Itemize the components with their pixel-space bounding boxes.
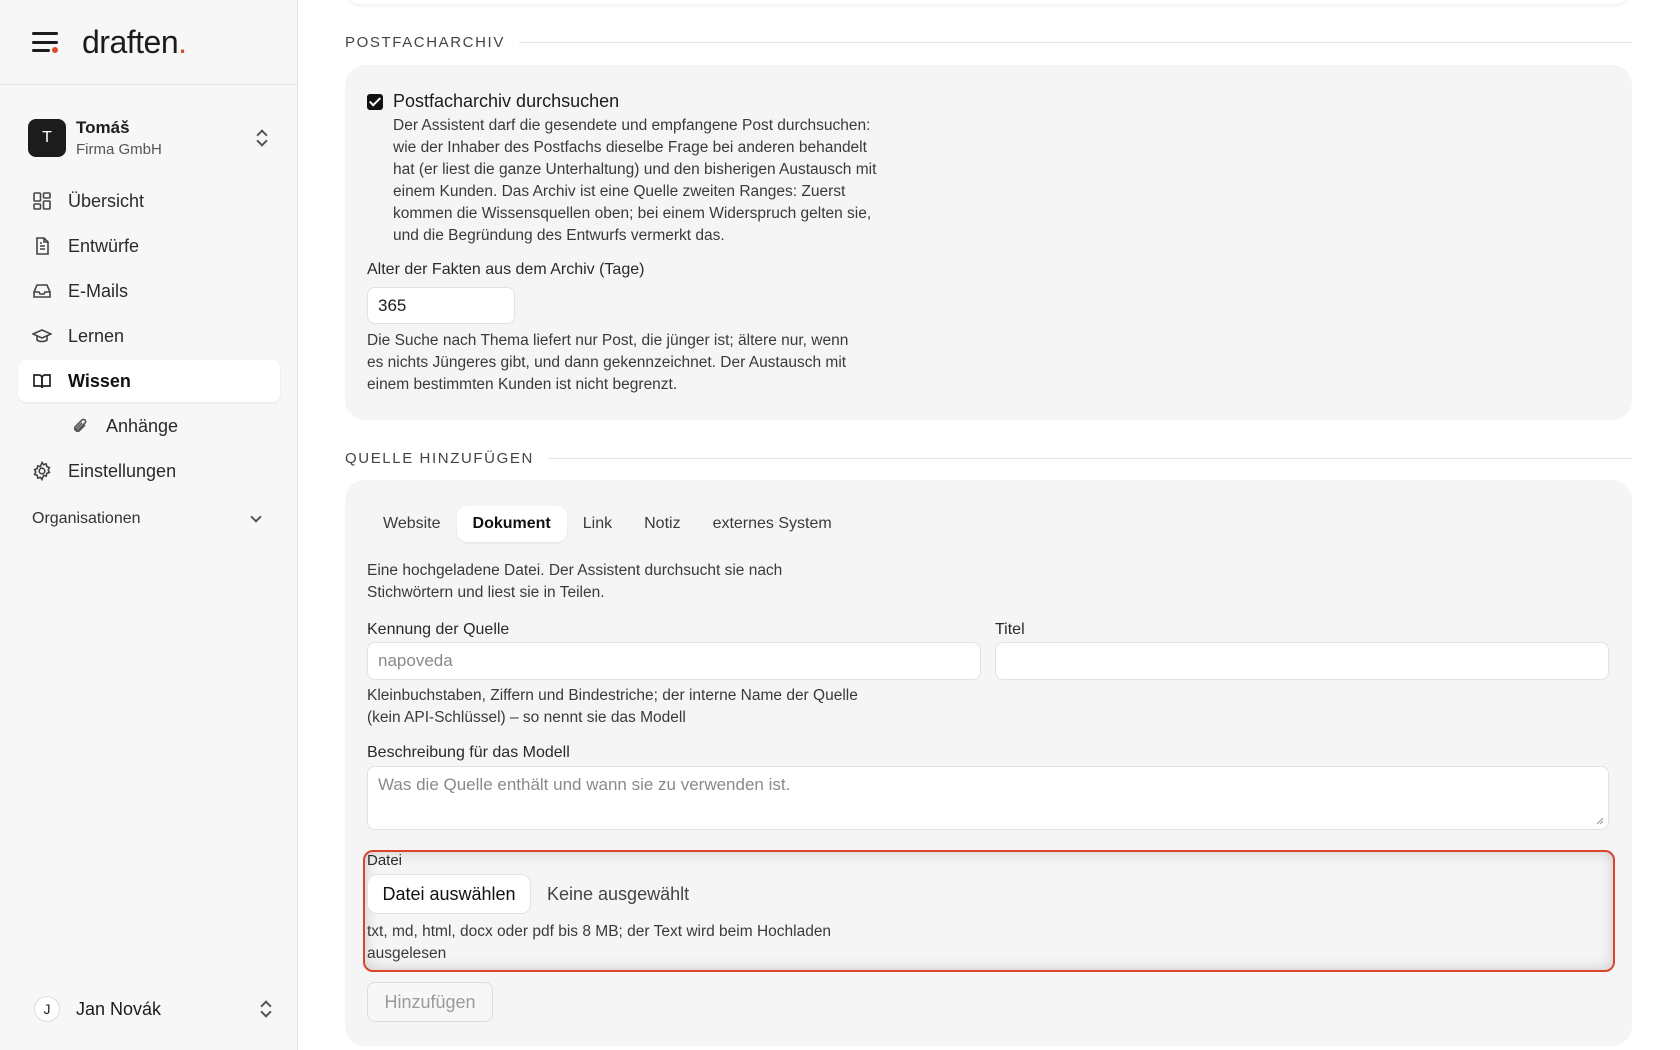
nav-item-label: Einstellungen: [68, 460, 177, 481]
org-name: Tomáš: [76, 118, 130, 137]
brand-bar: draften.: [0, 0, 297, 85]
gear-icon: [32, 461, 52, 481]
description-textarea[interactable]: Was die Quelle enthält und wann sie zu v…: [367, 766, 1609, 830]
archive-card: Postfacharchiv durchsuchen Der Assistent…: [345, 65, 1632, 420]
archive-age-label: Alter der Fakten aus dem Archiv (Tage): [367, 261, 645, 278]
tab-dokument[interactable]: Dokument: [456, 506, 567, 542]
nav-item-anhaenge[interactable]: Anhänge: [18, 405, 280, 447]
previous-card-edge: [345, 0, 1630, 4]
section-title-add-source: QUELLE HINZUFÜGEN: [345, 450, 1632, 467]
menu-icon[interactable]: [32, 32, 58, 53]
title-input[interactable]: [995, 642, 1609, 680]
source-id-input[interactable]: napoveda: [367, 642, 981, 680]
organization-switcher[interactable]: T Tomáš Firma GmbH: [18, 112, 280, 164]
chevron-up-down-icon: [258, 999, 274, 1019]
organisationen-toggle[interactable]: Organisationen: [32, 510, 266, 528]
nav-item-emails[interactable]: E-Mails: [18, 270, 280, 312]
main-content: POSTFACHARCHIV Postfacharchiv durchsuche…: [298, 0, 1680, 1050]
source-type-tabs: Website Dokument Link Notiz externes Sys…: [367, 506, 848, 542]
org-avatar: T: [28, 119, 66, 157]
nav-section-label: Organisationen: [32, 510, 141, 527]
chevron-down-icon: [250, 511, 262, 523]
choose-file-button[interactable]: Datei auswählen: [367, 874, 531, 914]
file-status: Keine ausgewählt: [547, 884, 690, 904]
description-label: Beschreibung für das Modell: [367, 744, 570, 761]
nav-item-label: Wissen: [68, 370, 131, 391]
title-label: Titel: [995, 621, 1025, 638]
logo[interactable]: draften.: [82, 24, 187, 61]
nav-item-lernen[interactable]: Lernen: [18, 315, 280, 357]
archive-description: Der Assistent darf die gesendete und emp…: [393, 117, 877, 244]
nav-item-einstellungen[interactable]: Einstellungen: [18, 450, 280, 492]
nav-item-label: Übersicht: [68, 190, 145, 211]
file-label: Datei: [367, 852, 403, 869]
document-intro: Eine hochgeladene Datei. Der Assistent d…: [367, 562, 783, 601]
source-id-help: Kleinbuchstaben, Ziffern und Bindestrich…: [367, 687, 858, 726]
tab-link[interactable]: Link: [567, 506, 628, 542]
tab-website[interactable]: Website: [367, 506, 457, 542]
tab-notiz[interactable]: Notiz: [628, 506, 696, 542]
add-source-button[interactable]: Hinzufügen: [367, 982, 493, 1022]
tab-externes-system[interactable]: externes System: [697, 506, 848, 542]
source-id-label: Kennung der Quelle: [367, 621, 510, 638]
org-company: Firma GmbH: [76, 141, 162, 158]
nav-item-label: Lernen: [68, 325, 125, 346]
add-source-card: Website Dokument Link Notiz externes Sys…: [345, 480, 1632, 1046]
archive-search-label[interactable]: Postfacharchiv durchsuchen: [393, 91, 619, 112]
nav-item-wissen[interactable]: Wissen: [18, 360, 280, 402]
book-icon: [32, 371, 52, 391]
nav-item-label: Entwürfe: [68, 235, 140, 256]
archive-age-help: Die Suche nach Thema liefert nur Post, d…: [367, 332, 849, 393]
dashboard-icon: [32, 191, 52, 211]
nav-item-label: Anhänge: [106, 415, 179, 436]
document-icon: [32, 236, 52, 256]
archive-search-checkbox[interactable]: [367, 93, 383, 110]
archive-age-input[interactable]: 365: [367, 287, 515, 324]
inbox-icon: [32, 281, 52, 301]
user-switcher[interactable]: J Jan Novák: [24, 990, 274, 1028]
chevron-up-down-icon: [254, 128, 270, 148]
file-help: txt, md, html, docx oder pdf bis 8 MB; d…: [367, 923, 832, 962]
user-name: Jan Novák: [76, 998, 162, 1019]
sidebar: draften. T Tomáš Firma GmbH Übersicht En…: [0, 0, 298, 1050]
user-avatar: J: [34, 996, 60, 1022]
nav-item-entwuerfe[interactable]: Entwürfe: [18, 225, 280, 267]
nav-item-uebersicht[interactable]: Übersicht: [18, 180, 280, 222]
resize-handle-icon[interactable]: [1596, 817, 1604, 825]
paperclip-icon: [70, 416, 90, 436]
graduation-cap-icon: [32, 326, 52, 346]
section-title-archive: POSTFACHARCHIV: [345, 34, 1632, 51]
main-nav: Übersicht Entwürfe E-Mails Lernen Wissen: [18, 180, 280, 495]
nav-item-label: E-Mails: [68, 280, 129, 301]
